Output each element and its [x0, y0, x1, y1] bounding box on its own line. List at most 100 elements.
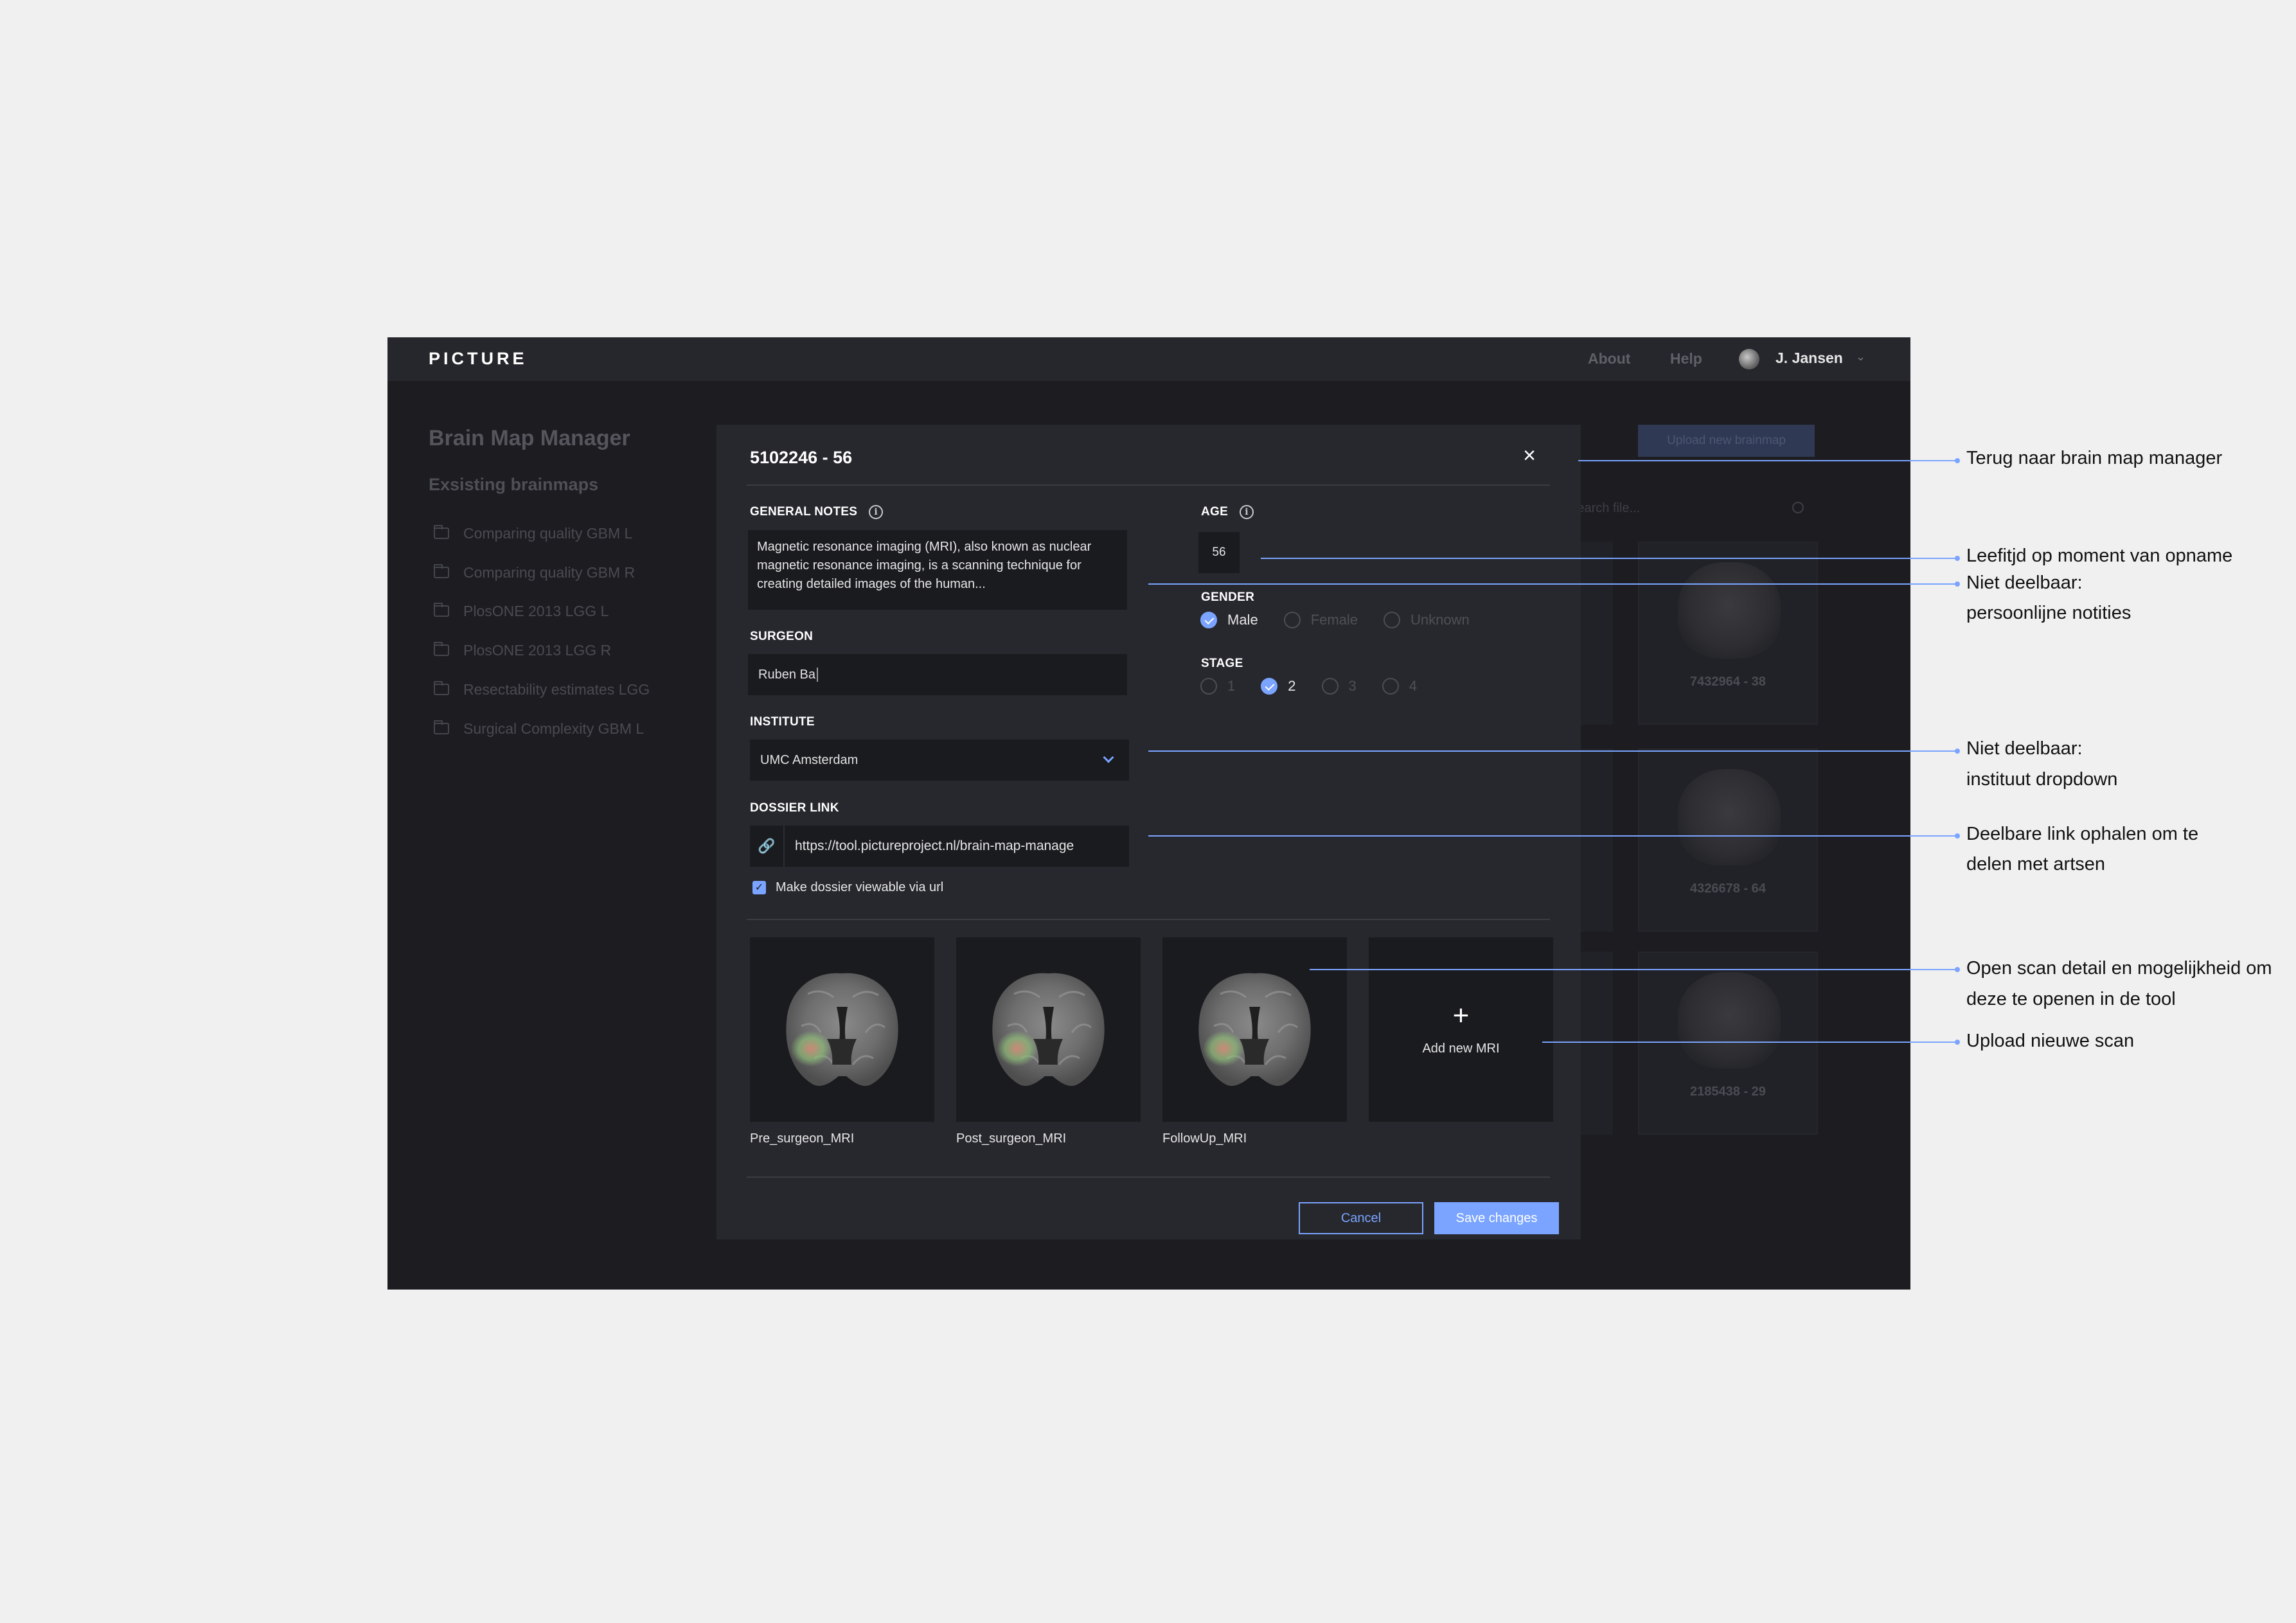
- annotation-scan-detail-line1: Open scan detail en mogelijkheid om: [1966, 958, 2272, 979]
- info-icon[interactable]: i: [1240, 505, 1254, 519]
- mri-scan-tile[interactable]: [1162, 937, 1347, 1122]
- brain-thumbnail: [1678, 562, 1781, 659]
- brainmap-card-partial: [1581, 749, 1613, 932]
- folder-icon: [434, 720, 449, 734]
- divider: [747, 919, 1550, 920]
- gender-option-label: Female: [1310, 612, 1358, 628]
- stage-radio-group: 1 2 3 4: [1200, 678, 1443, 695]
- folder-item-label: PlosONE 2013 LGG R: [463, 641, 612, 659]
- brain-mri-image: [992, 973, 1105, 1086]
- link-icon[interactable]: 🔗: [750, 826, 785, 867]
- user-avatar[interactable]: [1739, 349, 1759, 369]
- stage-option-label: 2: [1288, 678, 1296, 694]
- annotation-scan-detail-line2: deze te openen in de tool: [1966, 989, 2176, 1009]
- dossier-link-label: DOSSIER LINK: [750, 801, 839, 815]
- search-icon: [1792, 502, 1804, 513]
- stage-radio-2[interactable]: [1261, 678, 1278, 695]
- dossier-link-field: 🔗 https://tool.pictureproject.nl/brain-m…: [750, 826, 1129, 867]
- folder-item[interactable]: Surgical Complexity GBM L: [434, 716, 644, 741]
- annotation-line: [1578, 460, 1957, 461]
- folder-icon: [434, 603, 449, 617]
- folder-item[interactable]: PlosONE 2013 LGG L: [434, 598, 609, 624]
- surgeon-input[interactable]: Ruben Ba: [748, 654, 1127, 695]
- modal-title: 5102246 - 56: [750, 448, 853, 467]
- annotation-dot: [1955, 556, 1960, 561]
- nav-link-help[interactable]: Help: [1670, 350, 1702, 368]
- folder-item-label: Comparing quality GBM R: [463, 563, 636, 581]
- brainmap-card-partial: [1581, 952, 1613, 1135]
- nav-link-about[interactable]: About: [1588, 350, 1630, 368]
- age-label: AGE i: [1201, 505, 1254, 519]
- mri-scan-caption: Pre_surgeon_MRI: [750, 1131, 855, 1146]
- annotation-link-line1: Deelbare link ophalen om te: [1966, 824, 2199, 844]
- viewable-via-url-checkbox[interactable]: ✓: [752, 881, 766, 894]
- stage-option-label: 1: [1227, 678, 1236, 694]
- annotation-dot: [1955, 749, 1960, 754]
- annotation-line: [1148, 835, 1957, 837]
- brainmap-card-name: 4326678 - 64: [1690, 882, 1766, 896]
- app-window: PICTURE About Help J. Jansen ⌄ Brain Map…: [387, 337, 1910, 1290]
- annotation-notes-line1: Niet deelbaar:: [1966, 572, 2083, 593]
- annotation-line: [1148, 583, 1957, 585]
- cancel-button[interactable]: Cancel: [1299, 1202, 1423, 1234]
- brain-mri-image: [1198, 973, 1311, 1086]
- general-notes-textarea[interactable]: Magnetic resonance imaging (MRI), also k…: [748, 530, 1127, 610]
- institute-dropdown-value: UMC Amsterdam: [760, 752, 859, 767]
- gender-option-label: Unknown: [1411, 612, 1470, 628]
- folder-item[interactable]: PlosONE 2013 LGG R: [434, 637, 611, 663]
- viewable-via-url-label: Make dossier viewable via url: [776, 880, 944, 894]
- annotation-institute-line2: instituut dropdown: [1966, 769, 2118, 790]
- folder-item-label: PlosONE 2013 LGG L: [463, 602, 609, 619]
- info-icon[interactable]: i: [869, 505, 884, 519]
- brainmap-card-name: 2185438 - 29: [1690, 1085, 1766, 1099]
- gender-radio-unknown[interactable]: [1384, 612, 1401, 628]
- dossier-link-input[interactable]: https://tool.pictureproject.nl/brain-map…: [795, 826, 1123, 867]
- plus-icon: +: [1452, 1000, 1470, 1031]
- folder-item[interactable]: Resectability estimates LGG: [434, 677, 650, 702]
- gender-radio-male[interactable]: [1200, 612, 1217, 628]
- institute-dropdown[interactable]: UMC Amsterdam: [750, 740, 1129, 781]
- upload-brainmap-button[interactable]: Upload new brainmap: [1638, 425, 1815, 457]
- annotation-line: [1261, 558, 1957, 559]
- annotation-dot: [1955, 581, 1960, 587]
- save-changes-button[interactable]: Save changes: [1434, 1202, 1559, 1234]
- mri-scan-tile[interactable]: [750, 937, 934, 1122]
- stage-radio-1[interactable]: [1200, 678, 1217, 695]
- age-input[interactable]: 56: [1198, 532, 1240, 573]
- brain-mri-image: [786, 973, 898, 1086]
- annotation-dot: [1955, 1040, 1960, 1045]
- folder-item-label: Surgical Complexity GBM L: [463, 720, 645, 737]
- annotation-back-to-manager: Terug naar brain map manager: [1966, 448, 2223, 468]
- add-new-mri-button[interactable]: + Add new MRI: [1369, 937, 1553, 1122]
- brainmap-card-partial: [1581, 542, 1613, 725]
- folder-icon: [434, 525, 449, 539]
- annotation-dot: [1955, 458, 1960, 463]
- folder-icon: [434, 642, 449, 656]
- age-label-text: AGE: [1201, 505, 1229, 519]
- folder-item-label: Resectability estimates LGG: [463, 680, 650, 698]
- institute-label: INSTITUTE: [750, 715, 815, 729]
- annotation-institute-line1: Niet deelbaar:: [1966, 738, 2083, 759]
- annotation-dot: [1955, 833, 1960, 838]
- search-input[interactable]: Search file...: [1569, 493, 1817, 524]
- user-name[interactable]: J. Jansen: [1775, 350, 1843, 367]
- folder-item[interactable]: Comparing quality GBM R: [434, 560, 635, 585]
- folder-item[interactable]: Comparing quality GBM L: [434, 520, 632, 546]
- folder-icon: [434, 564, 449, 578]
- annotation-age: Leefitjd op moment van opname: [1966, 545, 2233, 566]
- annotation-notes-line2: persoonlijne notities: [1966, 603, 2131, 623]
- gender-radio-female[interactable]: [1283, 612, 1301, 628]
- stage-radio-3[interactable]: [1321, 678, 1339, 695]
- stage-radio-4[interactable]: [1382, 678, 1399, 695]
- chevron-down-icon[interactable]: ⌄: [1856, 350, 1865, 364]
- brainmap-card[interactable]: 7432964 - 38: [1638, 542, 1818, 725]
- annotation-line: [1148, 750, 1957, 752]
- app-logo[interactable]: PICTURE: [429, 349, 528, 369]
- close-button[interactable]: ×: [1517, 443, 1542, 468]
- edit-dossier-modal: 5102246 - 56 × GENERAL NOTES i Magnetic r…: [716, 425, 1581, 1239]
- mri-scan-tile[interactable]: [956, 937, 1141, 1122]
- brainmap-card[interactable]: 4326678 - 64: [1638, 749, 1818, 932]
- brainmap-card[interactable]: 2185438 - 29: [1638, 952, 1818, 1135]
- surgeon-input-value: Ruben Ba: [758, 667, 815, 682]
- stage-label: STAGE: [1201, 657, 1243, 670]
